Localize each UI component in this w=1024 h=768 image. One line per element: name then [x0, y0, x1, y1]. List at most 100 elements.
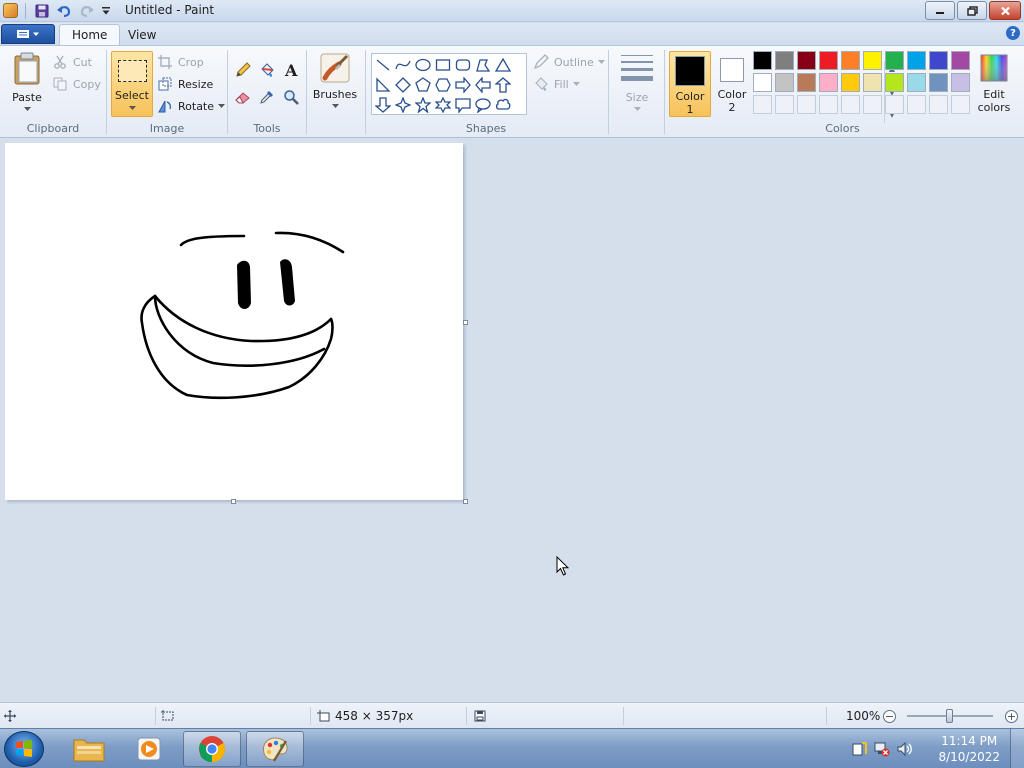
diamond-shape[interactable] — [393, 75, 413, 95]
paint-menu-button[interactable] — [1, 24, 55, 44]
palette-custom-slot[interactable] — [819, 95, 838, 114]
taskbar-chrome[interactable] — [183, 731, 241, 767]
resize-button[interactable]: Resize — [157, 74, 213, 94]
canvas-resize-handle-bottom[interactable] — [231, 499, 236, 504]
zoom-slider-thumb[interactable] — [946, 709, 953, 723]
palette-color-swatch[interactable] — [797, 73, 816, 92]
triangle-shape[interactable] — [493, 55, 513, 75]
palette-custom-slot[interactable] — [929, 95, 948, 114]
canvas-resize-handle-right[interactable] — [463, 320, 468, 325]
palette-color-swatch[interactable] — [907, 73, 926, 92]
eraser-tool[interactable] — [232, 86, 253, 107]
palette-color-swatch[interactable] — [929, 51, 948, 70]
palette-custom-slot[interactable] — [907, 95, 926, 114]
rotate-button[interactable]: Rotate — [157, 96, 226, 116]
right-arrow-shape[interactable] — [453, 75, 473, 95]
outline-button[interactable]: Outline — [533, 52, 605, 72]
pencil-tool[interactable] — [232, 59, 253, 80]
palette-color-swatch[interactable] — [797, 51, 816, 70]
rectangle-shape[interactable] — [433, 55, 453, 75]
canvas-workspace[interactable] — [0, 139, 1024, 702]
redo-button[interactable] — [78, 2, 96, 20]
rectangular-callout-shape[interactable] — [453, 95, 473, 115]
zoom-in-button[interactable]: + — [1005, 710, 1018, 723]
canvas-resize-handle-corner[interactable] — [463, 499, 468, 504]
palette-color-swatch[interactable] — [929, 73, 948, 92]
size-button[interactable]: Size — [615, 54, 659, 116]
crop-button[interactable]: Crop — [157, 52, 204, 72]
palette-color-swatch[interactable] — [885, 73, 904, 92]
palette-color-swatch[interactable] — [885, 51, 904, 70]
palette-color-swatch[interactable] — [863, 73, 882, 92]
action-center-icon[interactable] — [851, 741, 867, 757]
palette-color-swatch[interactable] — [753, 73, 772, 92]
cut-button[interactable]: Cut — [52, 52, 92, 72]
palette-color-swatch[interactable] — [951, 51, 970, 70]
palette-custom-slot[interactable] — [951, 95, 970, 114]
right-triangle-shape[interactable] — [373, 75, 393, 95]
palette-color-swatch[interactable] — [841, 73, 860, 92]
help-icon[interactable]: ? — [1006, 26, 1020, 40]
oval-callout-shape[interactable] — [473, 95, 493, 115]
volume-icon[interactable] — [897, 741, 913, 757]
palette-custom-slot[interactable] — [885, 95, 904, 114]
network-error-icon[interactable] — [874, 741, 890, 757]
close-button[interactable] — [989, 1, 1021, 20]
start-button[interactable] — [4, 731, 44, 767]
rounded-rectangle-shape[interactable] — [453, 55, 473, 75]
magnifier-tool[interactable] — [280, 86, 301, 107]
line-shape[interactable] — [373, 55, 393, 75]
copy-button[interactable]: Copy — [52, 74, 101, 94]
taskbar-explorer[interactable] — [60, 731, 118, 767]
brushes-button[interactable]: Brushes — [312, 52, 358, 118]
palette-color-swatch[interactable] — [819, 51, 838, 70]
palette-color-swatch[interactable] — [775, 73, 794, 92]
color1-button[interactable]: Color 1 — [669, 51, 711, 117]
left-arrow-shape[interactable] — [473, 75, 493, 95]
taskbar-paint[interactable] — [246, 731, 304, 767]
color-picker-tool[interactable] — [256, 86, 277, 107]
text-tool[interactable]: A — [280, 59, 301, 80]
customize-toolbar-button[interactable] — [97, 2, 115, 20]
tab-home[interactable]: Home — [59, 24, 121, 45]
palette-color-swatch[interactable] — [819, 73, 838, 92]
palette-custom-slot[interactable] — [753, 95, 772, 114]
palette-color-swatch[interactable] — [753, 51, 772, 70]
undo-button[interactable] — [55, 2, 73, 20]
maximize-button[interactable] — [957, 1, 987, 20]
polygon-shape[interactable] — [473, 55, 493, 75]
taskbar-clock[interactable]: 11:14 PM 8/10/2022 — [938, 733, 1000, 765]
up-arrow-shape[interactable] — [493, 75, 513, 95]
select-button[interactable]: Select — [111, 51, 153, 117]
show-desktop-button[interactable] — [1010, 729, 1024, 768]
minimize-button[interactable] — [925, 1, 955, 20]
drawing-canvas[interactable] — [5, 143, 463, 500]
tab-view[interactable]: View — [116, 24, 168, 45]
palette-custom-slot[interactable] — [863, 95, 882, 114]
palette-custom-slot[interactable] — [775, 95, 794, 114]
down-arrow-shape[interactable] — [373, 95, 393, 115]
color2-button[interactable]: Color 2 — [713, 51, 751, 117]
four-point-star-shape[interactable] — [393, 95, 413, 115]
palette-color-swatch[interactable] — [863, 51, 882, 70]
palette-custom-slot[interactable] — [841, 95, 860, 114]
palette-color-swatch[interactable] — [775, 51, 794, 70]
zoom-out-button[interactable]: − — [883, 710, 896, 723]
six-point-star-shape[interactable] — [433, 95, 453, 115]
palette-color-swatch[interactable] — [841, 51, 860, 70]
palette-color-swatch[interactable] — [951, 73, 970, 92]
oval-shape[interactable] — [413, 55, 433, 75]
cloud-callout-shape[interactable] — [493, 95, 513, 115]
paint-app-icon[interactable] — [3, 3, 18, 18]
fill-tool[interactable] — [256, 59, 277, 80]
hexagon-shape[interactable] — [433, 75, 453, 95]
save-button[interactable] — [33, 2, 51, 20]
edit-colors-button[interactable]: Edit colors — [973, 54, 1015, 118]
pentagon-shape[interactable] — [413, 75, 433, 95]
five-point-star-shape[interactable] — [413, 95, 433, 115]
curve-shape[interactable] — [393, 55, 413, 75]
paste-button[interactable]: Paste — [8, 52, 46, 118]
fill-button[interactable]: Fill — [533, 74, 580, 94]
taskbar-media-player[interactable] — [120, 731, 178, 767]
palette-color-swatch[interactable] — [907, 51, 926, 70]
